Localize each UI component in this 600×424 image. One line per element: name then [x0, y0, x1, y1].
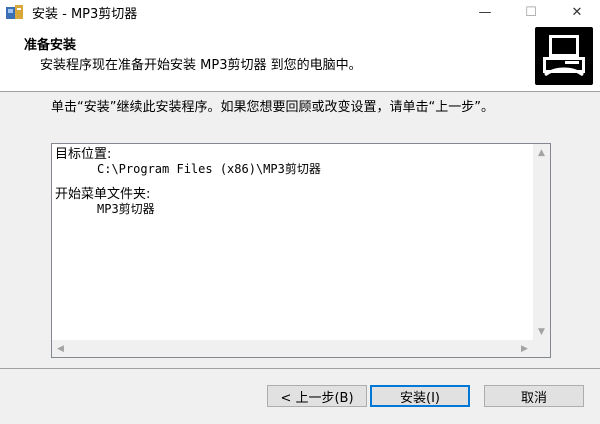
intro-text: 单击“安装”继续此安装程序。如果您想要回顾或改变设置，请单击“上一步”。 [51, 100, 494, 115]
settings-summary-content: 目标位置: C:\Program Files (x86)\MP3剪切器 开始菜单… [55, 147, 321, 217]
cancel-button[interactable]: 取消 [484, 385, 584, 407]
scroll-right-arrow-icon[interactable]: ▶ [516, 340, 533, 357]
title-bar: 安装 - MP3剪切器 — ☐ ✕ [0, 0, 600, 24]
destination-value: C:\Program Files (x86)\MP3剪切器 [97, 162, 321, 176]
close-button[interactable]: ✕ [554, 0, 600, 24]
page-title: 准备安装 [24, 38, 77, 53]
installer-logo-icon [535, 27, 593, 85]
horizontal-scrollbar[interactable]: ◀ ▶ [52, 340, 533, 357]
wizard-header: 准备安装 安装程序现在准备开始安装 MP3剪切器 到您的电脑中。 [0, 24, 600, 92]
maximize-button[interactable]: ☐ [508, 0, 554, 24]
vertical-scrollbar[interactable]: ▲ ▼ [533, 144, 550, 340]
scroll-left-arrow-icon[interactable]: ◀ [52, 340, 69, 357]
scroll-up-arrow-icon[interactable]: ▲ [533, 144, 550, 161]
settings-summary-box[interactable]: 目标位置: C:\Program Files (x86)\MP3剪切器 开始菜单… [51, 143, 551, 358]
window-title: 安装 - MP3剪切器 [32, 7, 138, 22]
page-subtitle: 安装程序现在准备开始安装 MP3剪切器 到您的电脑中。 [40, 58, 362, 73]
footer-divider [0, 368, 600, 369]
installer-app-icon [6, 5, 23, 19]
start-menu-label: 开始菜单文件夹: [55, 187, 151, 202]
install-button[interactable]: 安装(I) [370, 385, 470, 407]
back-button[interactable]: < 上一步(B) [267, 385, 367, 407]
destination-label: 目标位置: [55, 147, 112, 162]
start-menu-value: MP3剪切器 [97, 202, 155, 216]
main-panel: 单击“安装”继续此安装程序。如果您想要回顾或改变设置，请单击“上一步”。 目标位… [0, 92, 600, 368]
scroll-down-arrow-icon[interactable]: ▼ [533, 323, 550, 340]
scrollbar-corner [533, 340, 550, 357]
minimize-button[interactable]: — [462, 0, 508, 24]
